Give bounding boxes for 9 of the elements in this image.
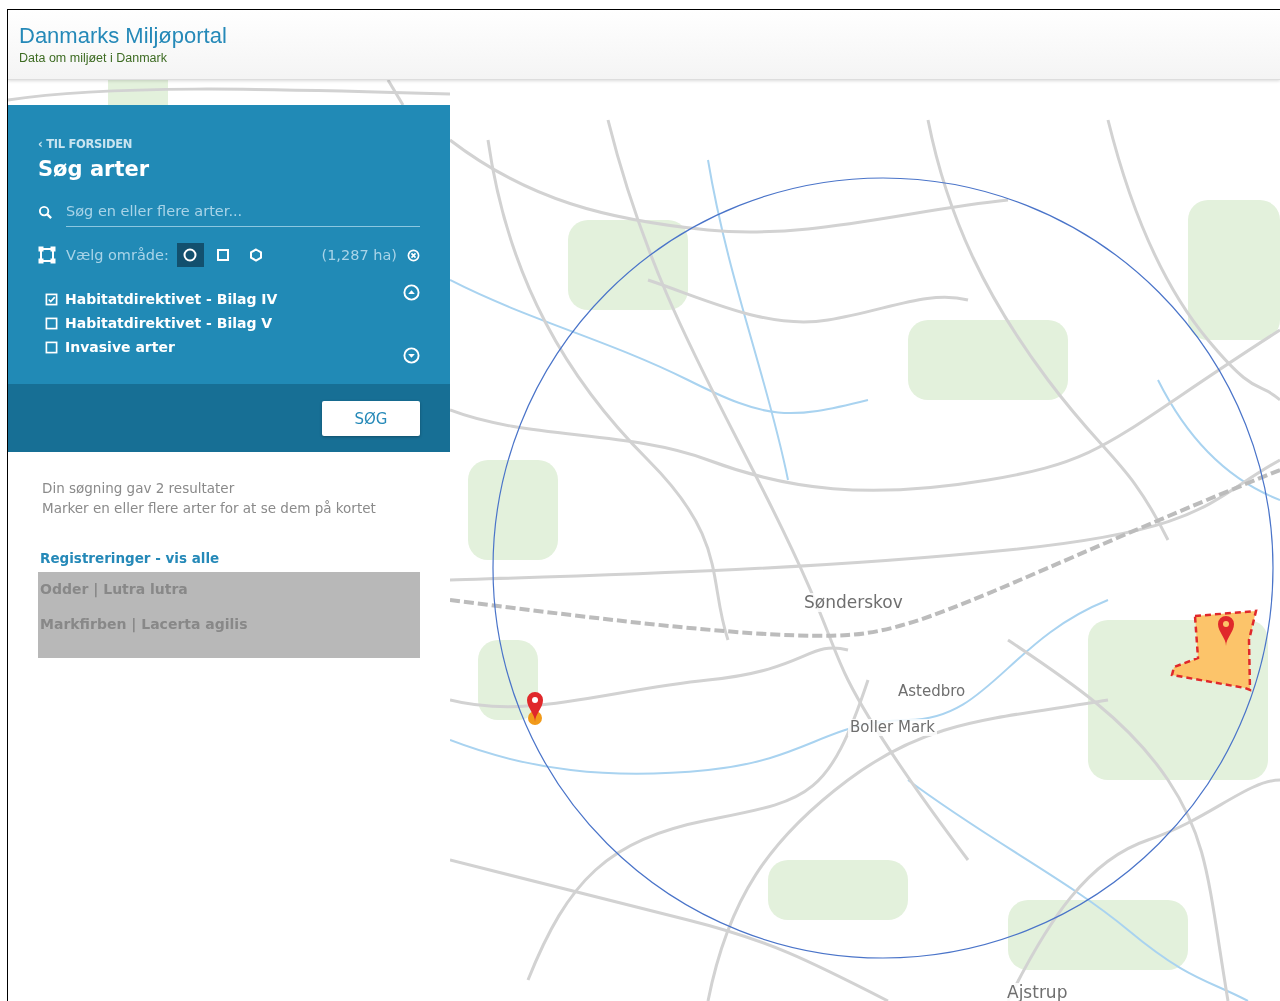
area-label: Vælg område:: [66, 247, 169, 263]
area-size: (1,287 ha): [321, 247, 397, 263]
result-summary: Din søgning gav 2 resultater: [42, 480, 236, 496]
place-label: Sønderskov: [802, 593, 905, 612]
place-label: Ajstrup: [1005, 983, 1070, 1001]
panel-title: Søg arter: [38, 157, 151, 181]
place-label: Boller Mark: [848, 719, 937, 736]
site-subtitle: Data om miljøet i Danmark: [19, 50, 168, 65]
result-hint: Marker en eller flere arter for at se dem på kortet: [42, 500, 377, 516]
